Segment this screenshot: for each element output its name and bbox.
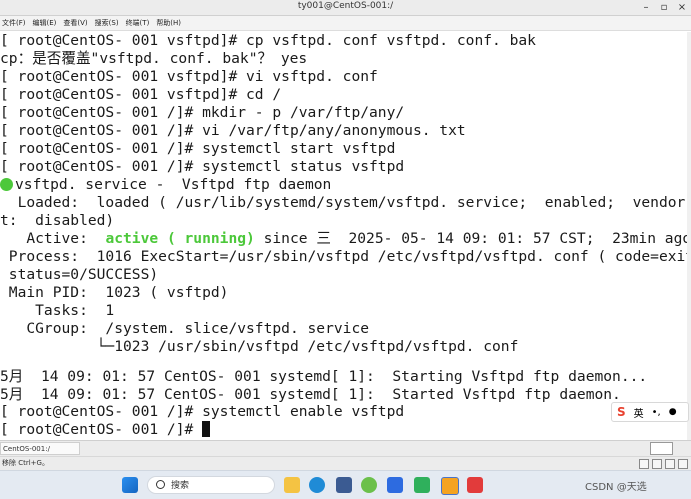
file-explorer-icon[interactable] (284, 477, 300, 493)
terminal-area[interactable]: [ root@CentOS- 001 vsftpd]# cp vsftpd. c… (0, 32, 691, 440)
microphone-icon[interactable]: ● (669, 407, 677, 417)
chrome-icon[interactable] (361, 477, 377, 493)
terminal-tab-strip: CentOS-001:/ (0, 440, 691, 456)
window-titlebar: ty001@CentOS-001:/ – ▫ × (0, 0, 691, 16)
terminal-line: [ root@CentOS- 001 vsftpd]# cp vsftpd. c… (0, 32, 536, 49)
menu-help[interactable]: 帮助(H) (156, 16, 181, 30)
taskbar: 搜索 CSDN @天选 (0, 470, 691, 499)
terminal-line-service: vsftpd. service - Vsftpd ftp daemon (0, 176, 331, 194)
search-placeholder: 搜索 (171, 481, 190, 491)
terminal-prompt-line: [ root@CentOS- 001 /]# (0, 421, 211, 439)
menu-file[interactable]: 文件(F) (2, 16, 26, 30)
minimize-icon[interactable]: – (641, 0, 651, 15)
new-tab-button[interactable] (650, 442, 673, 455)
active-label: Active: (0, 230, 106, 247)
terminal-line: Tasks: 1 (0, 302, 115, 319)
active-running-status: active ( running) (105, 230, 255, 247)
ime-toolbar[interactable]: S 英 •, ● (611, 402, 689, 422)
ime-language-toggle[interactable]: 英 (634, 405, 644, 420)
terminal-line: [ root@CentOS- 001 /]# systemctl start v… (0, 140, 396, 157)
terminal-line: Process: 1016 ExecStart=/usr/sbin/vsftpd… (0, 248, 691, 265)
status-disk-icon[interactable] (639, 459, 649, 469)
terminal-line: └─1023 /usr/sbin/vsftpd /etc/vsftpd/vsft… (0, 338, 519, 355)
maximize-icon[interactable]: ▫ (659, 0, 669, 15)
window-title: ty001@CentOS-001:/ (297, 1, 394, 11)
menu-terminal[interactable]: 终端(T) (126, 16, 150, 30)
terminal-scrollbar[interactable] (687, 32, 691, 440)
edge-browser-icon[interactable] (309, 477, 325, 493)
terminal-line: [ root@CentOS- 001 vsftpd]# vi vsftpd. c… (0, 68, 378, 85)
terminal-line: CGroup: /system. slice/vsftpd. service (0, 320, 370, 337)
status-hint: 移除 Ctrl+G。 (2, 459, 49, 467)
start-windows-icon[interactable] (122, 477, 138, 493)
status-settings-icon[interactable] (678, 459, 688, 469)
terminal-line: Loaded: loaded ( /usr/lib/systemd/system… (0, 194, 691, 211)
menu-edit[interactable]: 编辑(E) (33, 16, 57, 30)
terminal-line: cp：是否覆盖"vsftpd. conf. bak"？ yes (0, 50, 308, 67)
status-usb-icon[interactable] (665, 459, 675, 469)
ime-punctuation-icon[interactable]: •, (652, 407, 661, 418)
terminal-line: [ root@CentOS- 001 /]# systemctl status … (0, 158, 405, 175)
close-icon[interactable]: × (677, 0, 687, 15)
app-green-icon[interactable] (414, 477, 430, 493)
store-icon[interactable] (336, 477, 352, 493)
menu-view[interactable]: 查看(V) (63, 16, 87, 30)
active-since: since 三 2025- 05- 14 09: 01: 57 CST; 23m… (254, 230, 691, 247)
terminal-line: [ root@CentOS- 001 /]# systemctl enable … (0, 403, 405, 420)
terminal-line-active: Active: active ( running) since 三 2025- … (0, 230, 691, 248)
status-network-icon[interactable] (652, 459, 662, 469)
terminal-line: [ root@CentOS- 001 vsftpd]# cd / (0, 86, 282, 103)
prompt: [ root@CentOS- 001 /]# (0, 421, 203, 438)
terminal-line: 5月 14 09: 01: 57 CentOS- 001 systemd[ 1]… (0, 386, 621, 403)
search-icon (156, 480, 165, 489)
terminal-cursor (202, 421, 211, 437)
terminal-line: 5月 14 09: 01: 57 CentOS- 001 systemd[ 1]… (0, 368, 648, 385)
terminal-line: Main PID: 1023 ( vsftpd) (0, 284, 229, 301)
status-bar: 移除 Ctrl+G。 (0, 456, 691, 470)
terminal-line: status=0/SUCCESS) (0, 266, 159, 283)
wps-icon[interactable] (467, 477, 483, 493)
menu-search[interactable]: 搜索(S) (95, 16, 119, 30)
taskbar-search[interactable]: 搜索 (147, 476, 275, 494)
app-blue-icon[interactable] (387, 477, 403, 493)
terminal-tab[interactable]: CentOS-001:/ (0, 442, 80, 455)
terminal-line: t: disabled) (0, 212, 115, 229)
service-status-dot-icon (0, 178, 13, 191)
terminal-line: [ root@CentOS- 001 /]# vi /var/ftp/any/a… (0, 122, 466, 139)
service-title: vsftpd. service - Vsftpd ftp daemon (15, 176, 332, 193)
menu-bar: 文件(F) 编辑(E) 查看(V) 搜索(S) 终端(T) 帮助(H) (0, 16, 691, 31)
vmware-icon[interactable] (441, 477, 459, 495)
terminal-line: [ root@CentOS- 001 /]# mkdir - p /var/ft… (0, 104, 405, 121)
tray-watermark: CSDN @天选 (585, 482, 647, 493)
sogou-ime-icon[interactable]: S (617, 405, 626, 419)
